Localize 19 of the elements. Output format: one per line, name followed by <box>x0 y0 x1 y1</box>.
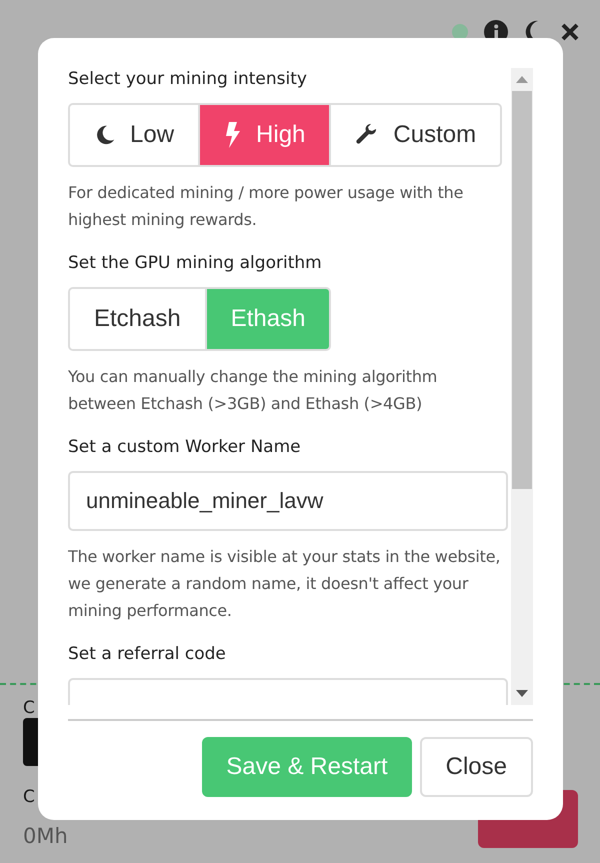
stat-label: C <box>23 787 35 807</box>
close-button[interactable]: Close <box>420 737 533 797</box>
option-button[interactable]: Etchash <box>70 289 207 349</box>
section-label: Set a referral code <box>68 643 227 665</box>
worker-name-field[interactable]: unmineable_miner_lavw <box>68 471 508 531</box>
help-text: For dedicated mining / more power usage with the highest mining rewards. <box>68 182 464 231</box>
help-text: You can manually change the mining algorithm between Etchash (>3GB) and Ethash (>4GB) <box>68 366 438 415</box>
help-text: The worker name is visible at your stats in the website, we generate a random name, it doesn't affect your mining performance. <box>68 546 501 622</box>
option-button[interactable]: High <box>200 105 332 165</box>
lightning-icon <box>224 122 242 148</box>
hashrate-value: 0Mh <box>23 824 68 848</box>
close-icon[interactable] <box>560 22 580 42</box>
option-button[interactable]: Low <box>70 105 200 165</box>
scrollbar[interactable] <box>511 68 533 705</box>
section-label: Select your mining intensity <box>68 68 308 90</box>
section-label: Set the GPU mining algorithm <box>68 252 323 274</box>
stat-label: C <box>23 698 35 718</box>
section-label: Set a custom Worker Name <box>68 436 302 458</box>
moon-icon <box>94 124 116 146</box>
